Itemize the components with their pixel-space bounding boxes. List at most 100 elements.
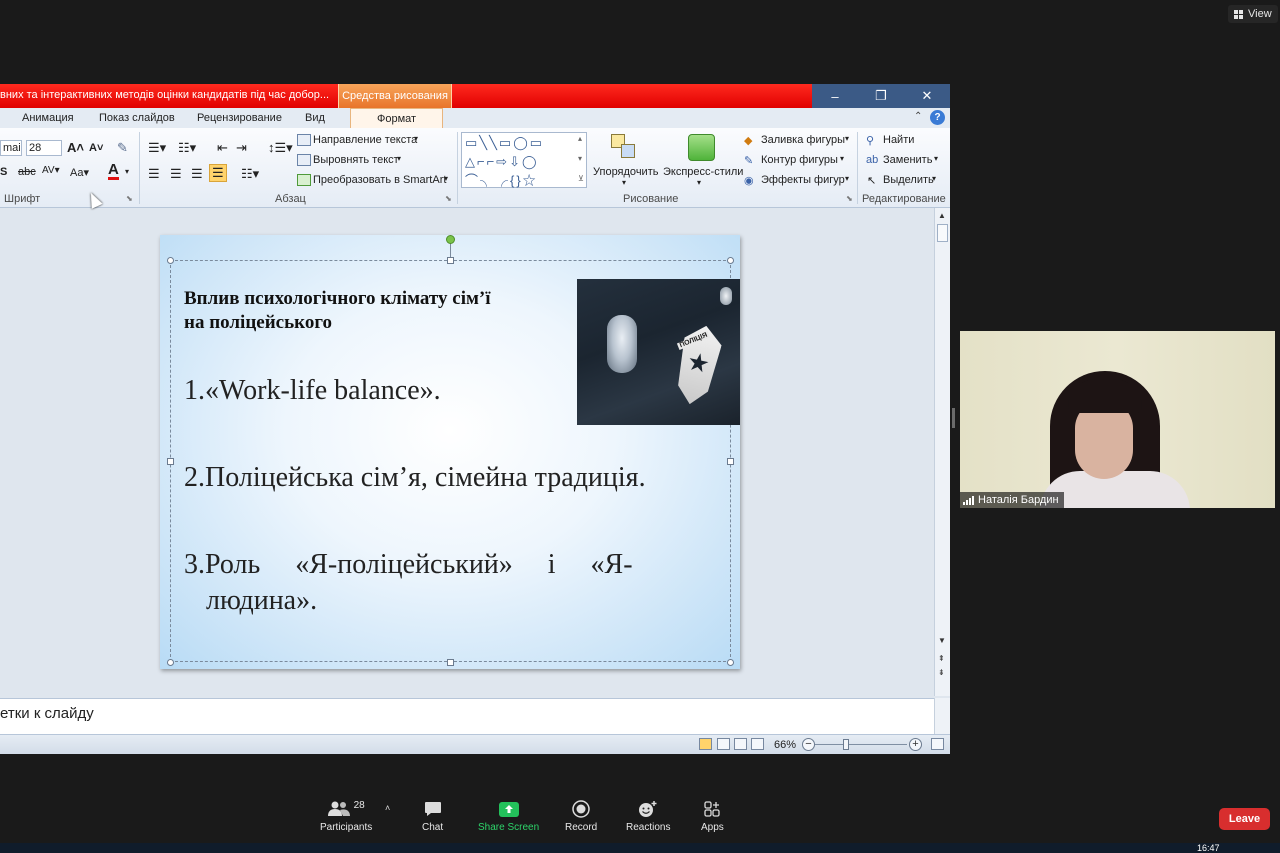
zoom-in-icon[interactable]: + [909, 738, 922, 751]
columns-icon[interactable]: ☷▾ [241, 166, 259, 182]
participant-video[interactable]: Наталія Бардин [960, 331, 1275, 508]
view-button[interactable]: View [1228, 5, 1278, 23]
shape-effects-button[interactable]: Эффекты фигур [761, 174, 845, 186]
font-dialog-launcher-icon[interactable]: ⬊ [126, 194, 133, 203]
reading-view-icon[interactable] [734, 738, 747, 750]
chevron-down-icon[interactable]: ▾ [932, 174, 936, 183]
select-button[interactable]: Выделить [883, 174, 934, 186]
previous-slide-icon[interactable]: ⇞ [938, 654, 945, 663]
quick-styles-button[interactable]: Экспресс-стили [663, 166, 743, 178]
decrease-indent-icon[interactable]: ⇤ [217, 140, 228, 156]
slide-title[interactable]: Вплив психологічного клімату сім’ї на по… [184, 287, 564, 335]
font-name-box[interactable]: mai [0, 140, 22, 156]
gallery-scroll-down-icon[interactable]: ▾ [578, 154, 582, 163]
resize-handle[interactable] [447, 659, 454, 666]
gallery-more-icon[interactable]: ⊻ [578, 174, 584, 183]
resize-handle[interactable] [447, 257, 454, 264]
apps-button[interactable]: Apps [701, 799, 724, 833]
change-case-icon[interactable]: Aa▾ [70, 166, 89, 179]
resize-handle[interactable] [727, 257, 734, 264]
zoom-out-icon[interactable]: − [802, 738, 815, 751]
share-screen-button[interactable]: Share Screen [478, 799, 539, 833]
shape-outline-button[interactable]: Контур фигуры [761, 154, 838, 166]
scroll-thumb[interactable] [937, 224, 948, 242]
record-button[interactable]: Record [565, 799, 597, 833]
slideshow-view-icon[interactable] [751, 738, 764, 750]
tab-animation[interactable]: Анимация [22, 112, 74, 124]
close-icon[interactable]: ✕ [904, 84, 950, 108]
ribbon-collapse-icon[interactable]: ⌃ [914, 111, 922, 122]
fit-to-window-icon[interactable] [931, 738, 944, 750]
rotation-handle[interactable] [446, 235, 455, 244]
chevron-down-icon[interactable]: ▾ [697, 178, 701, 187]
chevron-down-icon[interactable]: ▾ [934, 154, 938, 163]
slide-canvas[interactable]: Вплив психологічного клімату сім’ї на по… [160, 235, 740, 669]
char-spacing-icon[interactable]: AV▾ [42, 165, 60, 176]
zoom-slider-knob[interactable] [843, 739, 849, 750]
resize-handle[interactable] [727, 458, 734, 465]
align-right-icon[interactable]: ☰ [191, 166, 203, 182]
gallery-scroll-up-icon[interactable]: ▴ [578, 134, 582, 143]
justify-icon[interactable]: ☰ [209, 164, 227, 182]
resize-handle[interactable] [727, 659, 734, 666]
paragraph-dialog-launcher-icon[interactable]: ⬊ [445, 194, 452, 203]
shapes-gallery[interactable]: ▭╲╲▭◯▭ △⌐⌐⇨⇩◯ ⌒╮╭{}☆ [461, 132, 587, 188]
shape-fill-button[interactable]: Заливка фигуры [761, 134, 845, 146]
resize-handle[interactable] [167, 257, 174, 264]
tab-slideshow[interactable]: Показ слайдов [99, 112, 175, 124]
chevron-down-icon[interactable]: ▾ [444, 174, 448, 183]
resize-handle[interactable] [167, 659, 174, 666]
leave-button[interactable]: Leave [1219, 808, 1270, 830]
chevron-down-icon[interactable]: ▾ [397, 154, 401, 163]
next-slide-icon[interactable]: ⇟ [938, 668, 945, 677]
reactions-button[interactable]: Reactions [626, 799, 670, 833]
convert-smartart-button[interactable]: Преобразовать в SmartArt [313, 174, 446, 186]
zoom-level[interactable]: 66% [774, 739, 796, 751]
align-text-button[interactable]: Выровнять текст [313, 154, 399, 166]
tab-format[interactable]: Формат [350, 108, 444, 130]
splitter-handle[interactable] [952, 408, 955, 428]
chevron-down-icon[interactable]: ▾ [414, 134, 418, 143]
font-color-dropdown-icon[interactable]: ▾ [125, 167, 129, 176]
chevron-down-icon[interactable]: ▾ [840, 154, 844, 163]
minimize-icon[interactable]: – [812, 84, 858, 108]
arrange-button[interactable]: Упорядочить [593, 166, 658, 178]
shadow-icon[interactable]: S [0, 166, 7, 178]
tab-view[interactable]: Вид [305, 112, 325, 124]
chat-button[interactable]: Chat [422, 799, 443, 833]
grow-font-icon[interactable]: A˄ [67, 140, 84, 155]
align-left-icon[interactable]: ☰ [148, 166, 160, 182]
scroll-up-icon[interactable]: ▲ [938, 211, 946, 220]
align-center-icon[interactable]: ☰ [170, 166, 182, 182]
vertical-scrollbar[interactable]: ▲ ▼ ⇞ ⇟ [934, 208, 950, 696]
clear-format-icon[interactable]: ✎ [117, 140, 128, 156]
participants-chevron-up-icon[interactable]: ˄ [385, 803, 390, 813]
replace-button[interactable]: Заменить [883, 154, 932, 166]
police-uniform-photo[interactable]: ПОЛІЦІЯ [577, 279, 740, 425]
increase-indent-icon[interactable]: ⇥ [236, 140, 247, 156]
zoom-slider-track[interactable] [815, 744, 907, 745]
line-spacing-icon[interactable]: ↕☰▾ [268, 140, 293, 156]
shrink-font-icon[interactable]: A˅ [89, 142, 103, 154]
text-direction-button[interactable]: Направление текста [313, 134, 417, 146]
numbering-icon[interactable]: ☷▾ [178, 140, 196, 156]
notes-scrollbar[interactable] [934, 698, 950, 734]
font-color-icon[interactable]: A [108, 162, 119, 180]
normal-view-icon[interactable] [699, 738, 712, 750]
scroll-down-icon[interactable]: ▼ [938, 636, 946, 645]
strikethrough-icon[interactable]: abc [18, 166, 36, 178]
chevron-down-icon[interactable]: ▾ [622, 178, 626, 187]
help-icon[interactable]: ? [930, 110, 945, 125]
participants-button[interactable]: 28 Participants [320, 799, 372, 834]
chevron-down-icon[interactable]: ▾ [845, 134, 849, 143]
restore-icon[interactable]: ❐ [858, 84, 904, 108]
resize-handle[interactable] [167, 458, 174, 465]
slide-sorter-icon[interactable] [717, 738, 730, 750]
tab-review[interactable]: Рецензирование [197, 112, 282, 124]
font-size-box[interactable]: 28 [26, 140, 62, 156]
drawing-dialog-launcher-icon[interactable]: ⬊ [846, 194, 853, 203]
bullets-icon[interactable]: ☰▾ [148, 140, 166, 156]
find-button[interactable]: Найти [883, 134, 914, 146]
chevron-down-icon[interactable]: ▾ [845, 174, 849, 183]
notes-pane[interactable]: етки к слайду [0, 698, 934, 734]
